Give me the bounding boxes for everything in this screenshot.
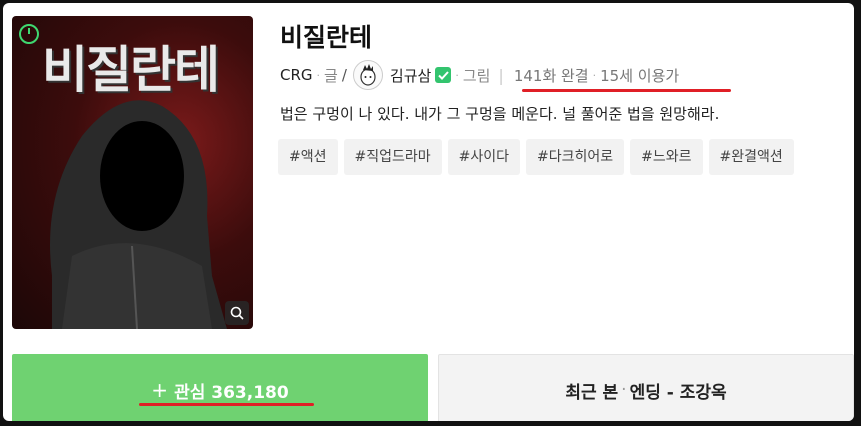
hooded-figure-art	[50, 100, 227, 329]
tag-chip[interactable]: #느와르	[630, 139, 703, 175]
plus-icon: +	[151, 378, 169, 402]
recent-dot: ·	[621, 380, 627, 400]
avatar-icon	[360, 64, 376, 86]
artist-avatar[interactable]	[352, 60, 383, 90]
webtoon-detail-panel: 비질란테 비질란테 CRG · 글 / 김규삼 · 그림 | 141화 완결 ·…	[3, 3, 854, 421]
meta-divider: |	[498, 65, 504, 85]
writer-role: 글	[324, 66, 338, 85]
verified-check-icon	[435, 67, 452, 83]
tag-chip[interactable]: #다크히어로	[526, 139, 625, 175]
tag-list: #액션 #직업드라마 #사이다 #다크히어로 #느와르 #완결액션	[278, 139, 794, 175]
recent-episode-title: 엔딩 - 조강옥	[629, 382, 727, 403]
episode-count: 141화 완결	[513, 66, 589, 85]
tag-chip[interactable]: #사이다	[447, 139, 521, 175]
meta-slash: /	[341, 66, 347, 84]
zoom-button[interactable]	[225, 301, 249, 325]
cover-image[interactable]: 비질란테	[12, 16, 253, 329]
author-meta: CRG · 글 / 김규삼 · 그림 | 141화 완결 · 15세 이용가	[280, 60, 679, 90]
meta-dot: ·	[592, 68, 597, 82]
age-rating: 15세 이용가	[600, 66, 680, 85]
writer-link[interactable]: CRG	[280, 66, 313, 84]
synopsis: 법은 구멍이 나 있다. 내가 그 구멍을 메운다. 널 풀어준 법을 원망해라…	[280, 105, 720, 123]
tag-chip[interactable]: #완결액션	[708, 139, 794, 175]
meta-dot: ·	[316, 68, 321, 82]
add-favorite-button[interactable]: + 관심 363,180	[12, 354, 428, 421]
recent-episode-button[interactable]: 최근 본 · 엔딩 - 조강옥	[438, 354, 854, 421]
meta-dot: ·	[455, 68, 459, 82]
tag-chip[interactable]: #직업드라마	[343, 139, 442, 175]
artist-link[interactable]: 김규삼	[390, 65, 431, 86]
tag-chip[interactable]: #액션	[278, 139, 338, 175]
favorite-count-label: 관심 363,180	[174, 382, 289, 403]
artist-role: 그림	[462, 66, 491, 85]
timer-icon	[19, 24, 39, 44]
recent-label: 최근 본	[565, 382, 619, 403]
highlight-underline	[522, 89, 731, 92]
webtoon-title: 비질란테	[280, 23, 373, 52]
highlight-underline	[139, 403, 314, 406]
search-icon	[230, 306, 244, 320]
